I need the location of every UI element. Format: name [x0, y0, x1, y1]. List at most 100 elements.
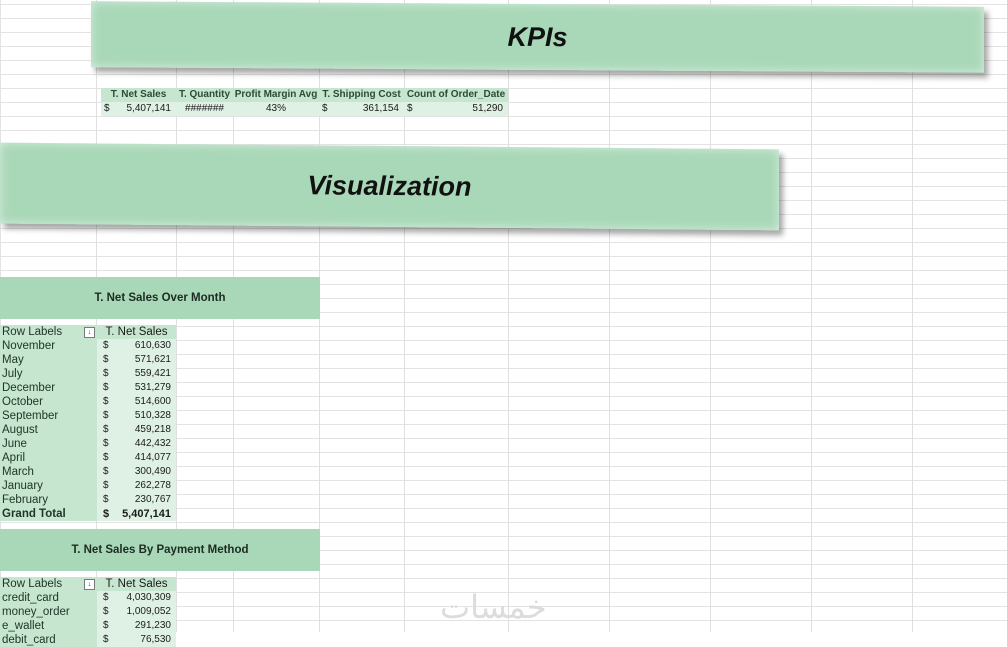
row-value: 1,009,052 — [126, 606, 172, 617]
pivot-header-row: Row Labels ↓ T. Net Sales — [0, 577, 320, 591]
kpi-header-profit-margin[interactable]: Profit Margin Avg — [233, 88, 319, 102]
row-value-cell: $442,432 — [97, 437, 176, 451]
kpi-shipping-cost-cell[interactable]: $ 361,154 — [319, 102, 404, 116]
row-value: 559,421 — [134, 368, 171, 379]
row-value: 262,278 — [134, 480, 171, 491]
table-row[interactable]: debit_card $76,530 — [0, 633, 320, 647]
row-label: December — [0, 381, 97, 395]
currency-symbol: $ — [103, 592, 109, 603]
kpi-header-net-sales[interactable]: T. Net Sales — [101, 88, 176, 102]
grand-total-value: 5,407,141 — [122, 508, 171, 520]
kpi-net-sales-cell[interactable]: $ 5,407,141 — [101, 102, 176, 116]
pivot-title[interactable]: T. Net Sales Over Month — [0, 277, 320, 319]
row-label: e_wallet — [0, 619, 97, 633]
row-label: debit_card — [0, 633, 97, 647]
row-label: June — [0, 437, 97, 451]
row-label: July — [0, 367, 97, 381]
table-row[interactable]: e_wallet $291,230 — [0, 619, 320, 633]
grand-total-label: Grand Total — [0, 507, 97, 521]
kpis-banner[interactable]: KPIs — [91, 1, 984, 73]
value-header[interactable]: T. Net Sales — [97, 325, 176, 339]
row-value-cell: $510,328 — [97, 409, 176, 423]
row-value-cell: $610,630 — [97, 339, 176, 353]
currency-symbol: $ — [103, 452, 109, 463]
table-row[interactable]: July $559,421 — [0, 367, 320, 381]
currency-symbol: $ — [103, 620, 109, 631]
table-row[interactable]: credit_card $4,030,309 — [0, 591, 320, 605]
pivot-header-row: Row Labels ↓ T. Net Sales — [0, 325, 320, 339]
visualization-banner[interactable]: Visualization — [0, 142, 779, 231]
table-row[interactable]: May $571,621 — [0, 353, 320, 367]
kpi-profit-margin-cell[interactable]: 43% — [233, 102, 319, 116]
row-label: October — [0, 395, 97, 409]
currency-symbol: $ — [103, 466, 109, 477]
table-row[interactable]: August $459,218 — [0, 423, 320, 437]
pivot-net-sales-payment: T. Net Sales By Payment Method Row Label… — [0, 529, 320, 647]
row-label: April — [0, 451, 97, 465]
table-row[interactable]: money_order $1,009,052 — [0, 605, 320, 619]
row-label: February — [0, 493, 97, 507]
row-labels-header[interactable]: Row Labels ↓ — [0, 325, 97, 339]
kpi-shipping-cost-value: 361,154 — [362, 103, 399, 114]
grand-total-row[interactable]: Grand Total $ 5,407,141 — [0, 507, 320, 521]
kpi-header-shipping-cost[interactable]: T. Shipping Cost — [319, 88, 404, 102]
kpi-table: T. Net Sales T. Quantity Profit Margin A… — [101, 88, 508, 116]
row-value-cell: $559,421 — [97, 367, 176, 381]
row-labels-header[interactable]: Row Labels ↓ — [0, 577, 97, 591]
row-value: 531,279 — [134, 382, 171, 393]
currency-symbol: $ — [103, 508, 110, 520]
currency-symbol: $ — [103, 494, 109, 505]
currency-symbol: $ — [103, 354, 109, 365]
row-value: 4,030,309 — [126, 592, 172, 603]
row-value-cell: $262,278 — [97, 479, 176, 493]
row-value: 571,621 — [134, 354, 171, 365]
kpi-net-sales-value: 5,407,141 — [126, 103, 172, 114]
row-value-cell: $459,218 — [97, 423, 176, 437]
table-row[interactable]: April $414,077 — [0, 451, 320, 465]
row-label: August — [0, 423, 97, 437]
row-value-cell: $1,009,052 — [97, 605, 176, 619]
row-value-cell: $4,030,309 — [97, 591, 176, 605]
row-value: 442,432 — [134, 438, 171, 449]
kpi-header-order-count[interactable]: Count of Order_Date — [404, 88, 508, 102]
currency-symbol: $ — [103, 340, 109, 351]
row-label: January — [0, 479, 97, 493]
pivot-net-sales-month: T. Net Sales Over Month Row Labels ↓ T. … — [0, 277, 320, 521]
pivot-title[interactable]: T. Net Sales By Payment Method — [0, 529, 320, 571]
row-label: March — [0, 465, 97, 479]
table-row[interactable]: October $514,600 — [0, 395, 320, 409]
row-label: November — [0, 339, 97, 353]
currency-symbol: $ — [104, 103, 110, 114]
row-labels-text: Row Labels — [2, 578, 63, 590]
pivot-rows: November $610,630 May $571,621 July $559,421 D… — [0, 339, 320, 507]
row-value: 514,600 — [134, 396, 171, 407]
currency-symbol: $ — [103, 424, 109, 435]
row-label: May — [0, 353, 97, 367]
table-row[interactable]: January $262,278 — [0, 479, 320, 493]
watermark-logo: خمسات — [440, 588, 547, 626]
row-value-cell: $531,279 — [97, 381, 176, 395]
currency-symbol: $ — [322, 103, 328, 114]
table-row[interactable]: March $300,490 — [0, 465, 320, 479]
kpi-quantity-cell[interactable]: ####### — [176, 102, 233, 116]
table-row[interactable]: December $531,279 — [0, 381, 320, 395]
row-label: September — [0, 409, 97, 423]
row-value-cell: $76,530 — [97, 633, 176, 647]
table-row[interactable]: June $442,432 — [0, 437, 320, 451]
value-header[interactable]: T. Net Sales — [97, 577, 176, 591]
column-divider — [508, 0, 509, 632]
row-label: money_order — [0, 605, 97, 619]
row-value: 291,230 — [134, 620, 171, 631]
kpi-order-count-value: 51,290 — [472, 103, 503, 114]
kpi-order-count-cell[interactable]: $ 51,290 — [404, 102, 508, 116]
table-row[interactable]: September $510,328 — [0, 409, 320, 423]
currency-symbol: $ — [407, 103, 413, 114]
grand-total-value-cell: $ 5,407,141 — [97, 507, 176, 521]
filter-sort-icon[interactable]: ↓ — [84, 578, 95, 590]
table-row[interactable]: November $610,630 — [0, 339, 320, 353]
kpi-header-quantity[interactable]: T. Quantity — [176, 88, 233, 102]
row-value-cell: $571,621 — [97, 353, 176, 367]
row-labels-text: Row Labels — [2, 326, 63, 338]
filter-sort-icon[interactable]: ↓ — [84, 326, 95, 338]
table-row[interactable]: February $230,767 — [0, 493, 320, 507]
